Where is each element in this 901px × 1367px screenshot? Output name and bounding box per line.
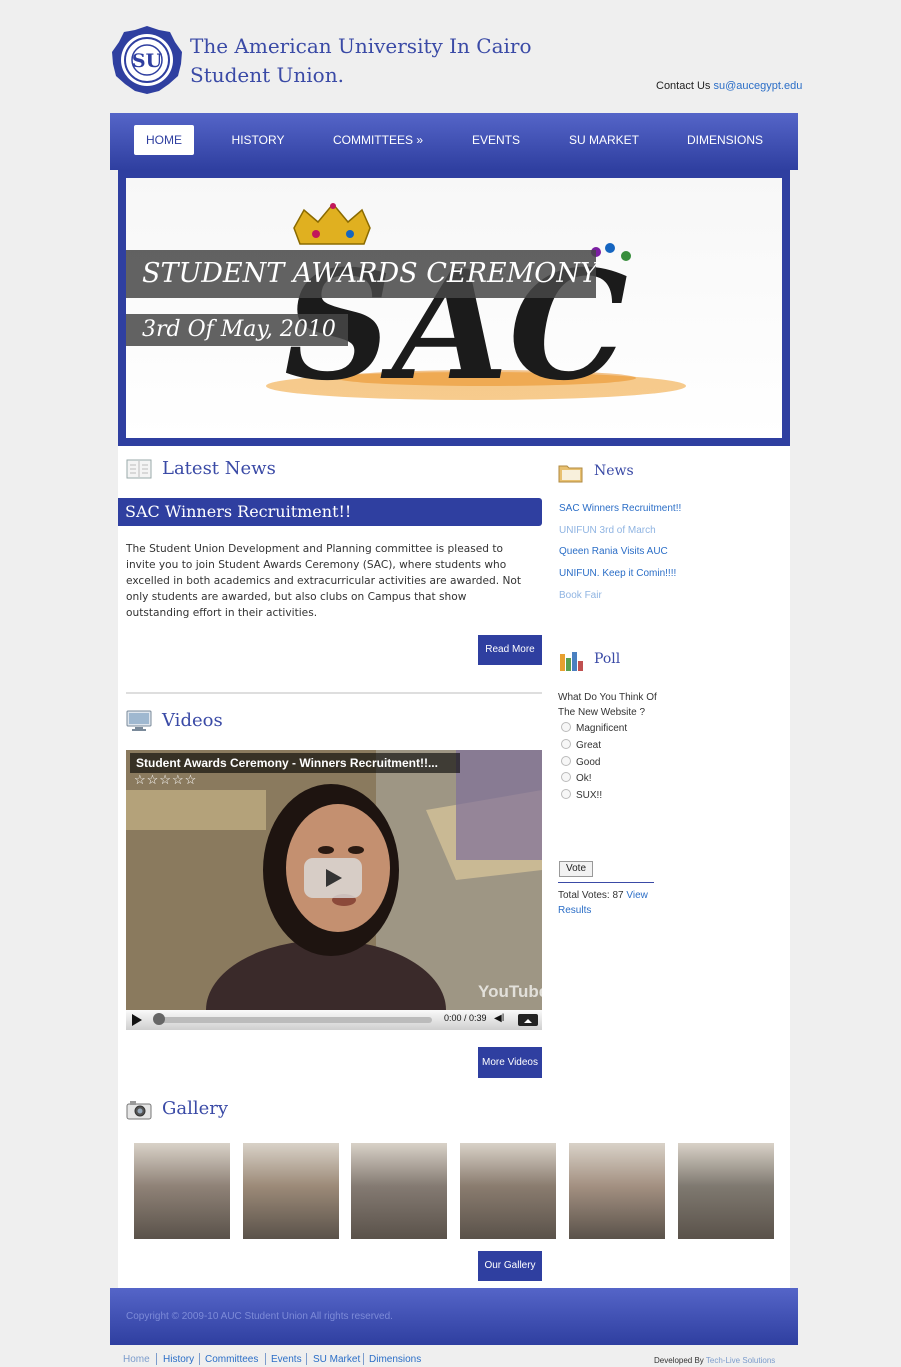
poll-divider (558, 882, 654, 883)
video-time: 0:00 / 0:39 (444, 1013, 487, 1023)
gallery-thumb-1[interactable] (134, 1143, 230, 1239)
video-player[interactable]: Student Awards Ceremony - Winners Recrui… (126, 750, 542, 1030)
gallery-heading: Gallery (162, 1098, 229, 1119)
poll-results: Total Votes: 87 View Results (558, 888, 668, 918)
nav-events[interactable]: EVENTS (462, 125, 530, 155)
play-icon[interactable] (304, 858, 362, 898)
site-title-line2: Student Union. (190, 63, 344, 87)
poll-option[interactable]: Good (561, 756, 600, 768)
site-title-line1: The American University In Cairo (190, 34, 532, 58)
footer-separator (363, 1353, 364, 1365)
gallery-thumb-2[interactable] (243, 1143, 339, 1239)
latest-news-heading: Latest News (162, 458, 276, 479)
progress-handle[interactable] (153, 1013, 165, 1025)
poll-option-label: Ok! (576, 773, 592, 784)
banner-title: STUDENT AWARDS CEREMONY (126, 250, 598, 298)
contact-info: Contact Us su@aucegypt.edu (656, 80, 802, 92)
video-title[interactable]: Student Awards Ceremony - Winners Recrui… (130, 753, 460, 773)
gallery-thumb-6[interactable] (678, 1143, 774, 1239)
nav-home[interactable]: HOME (134, 125, 194, 155)
poll-heading: Poll (594, 651, 621, 667)
copyright-text: Copyright © 2009-10 AUC Student Union Al… (126, 1311, 393, 1322)
video-controls: 0:00 / 0:39 ◀ǀ (126, 1010, 542, 1030)
radio-button[interactable] (561, 722, 571, 732)
volume-icon[interactable]: ◀ǀ (494, 1013, 504, 1024)
footer-bar: Copyright © 2009-10 AUC Student Union Al… (110, 1288, 798, 1345)
radio-button[interactable] (561, 772, 571, 782)
footer-link-dimensions[interactable]: Dimensions (369, 1354, 421, 1365)
nav-su-market[interactable]: SU MARKET (562, 125, 646, 155)
camera-icon (126, 1101, 152, 1120)
footer-link-home[interactable]: Home (123, 1354, 150, 1365)
sidebar-news-link[interactable]: UNIFUN. Keep it Comin!!!! (559, 568, 676, 579)
poll-option-label: Magnificent (576, 723, 628, 734)
radio-button[interactable] (561, 789, 571, 799)
news-article-body: The Student Union Development and Planni… (126, 543, 522, 619)
footer-separator (199, 1353, 200, 1365)
more-videos-button[interactable]: More Videos (478, 1047, 542, 1078)
poll-option[interactable]: SUX!! (561, 789, 602, 801)
sidebar-news-link[interactable]: Queen Rania Visits AUC (559, 546, 668, 557)
news-article-title[interactable]: SAC Winners Recruitment!! (118, 498, 542, 526)
sac-banner-art: SAC (266, 202, 686, 414)
contact-label: Contact Us (656, 80, 711, 92)
radio-button[interactable] (561, 739, 571, 749)
developer-link[interactable]: Tech-Live Solutions (706, 1356, 775, 1365)
developer-credit: Developed By Tech-Live Solutions (654, 1356, 775, 1365)
poll-option-label: SUX!! (576, 790, 603, 801)
footer-link-committees[interactable]: Committees (205, 1354, 258, 1365)
gallery-thumb-5[interactable] (569, 1143, 665, 1239)
total-votes: Total Votes: 87 (558, 890, 624, 901)
main-nav: HOME HISTORY COMMITTEES » EVENTS SU MARK… (110, 113, 798, 170)
footer-separator (306, 1353, 307, 1365)
poll-option-label: Great (576, 740, 602, 751)
gallery-thumb-3[interactable] (351, 1143, 447, 1239)
fullscreen-icon[interactable] (518, 1014, 538, 1026)
poll-question: What Do You Think Of The New Website ? (558, 692, 657, 718)
section-divider (126, 692, 542, 694)
su-logo-seal[interactable]: SU (111, 26, 183, 94)
sidebar-news-link[interactable]: UNIFUN 3rd of March (559, 525, 656, 536)
sidebar-news-link[interactable]: SAC Winners Recruitment!! (559, 503, 681, 514)
gallery-thumb-4[interactable] (460, 1143, 556, 1239)
bar-chart-icon (560, 652, 583, 671)
folder-icon (558, 465, 583, 483)
poll-option[interactable]: Ok! (561, 772, 592, 784)
radio-button[interactable] (561, 756, 571, 766)
monitor-icon (126, 710, 152, 731)
poll-option-label: Good (576, 757, 601, 768)
our-gallery-button[interactable]: Our Gallery (478, 1251, 542, 1281)
footer-link-history[interactable]: History (163, 1354, 194, 1365)
banner-date: 3rd Of May, 2010 (126, 314, 348, 346)
banner-slideshow[interactable]: SAC STUDENT AWARDS CEREMONY 3rd Of May, … (126, 178, 782, 438)
read-more-button[interactable]: Read More (478, 635, 542, 665)
youtube-watermark[interactable]: YouTube (478, 982, 542, 1002)
contact-email-link[interactable]: su@aucegypt.edu (713, 80, 802, 92)
play-small-icon[interactable] (132, 1014, 142, 1026)
footer-separator (265, 1353, 266, 1365)
logo-letters: SU (132, 50, 163, 72)
nav-dimensions[interactable]: DIMENSIONS (680, 125, 770, 155)
videos-heading: Videos (162, 710, 223, 731)
nav-history[interactable]: HISTORY (220, 125, 296, 155)
vote-button[interactable]: Vote (559, 861, 593, 877)
newspaper-icon (126, 459, 152, 479)
nav-committees[interactable]: COMMITTEES » (328, 125, 428, 155)
sidebar-news-heading: News (594, 463, 634, 479)
developed-by-label: Developed By (654, 1356, 704, 1365)
footer-link-events[interactable]: Events (271, 1354, 302, 1365)
footer-link-su-market[interactable]: SU Market (313, 1354, 360, 1365)
video-progress-bar[interactable] (156, 1017, 432, 1023)
poll-option[interactable]: Magnificent (561, 722, 627, 734)
video-rating-stars[interactable]: ☆☆☆☆☆ (134, 772, 197, 788)
sidebar-news-link[interactable]: Book Fair (559, 590, 602, 601)
footer-separator (156, 1353, 157, 1365)
poll-option[interactable]: Great (561, 739, 601, 751)
